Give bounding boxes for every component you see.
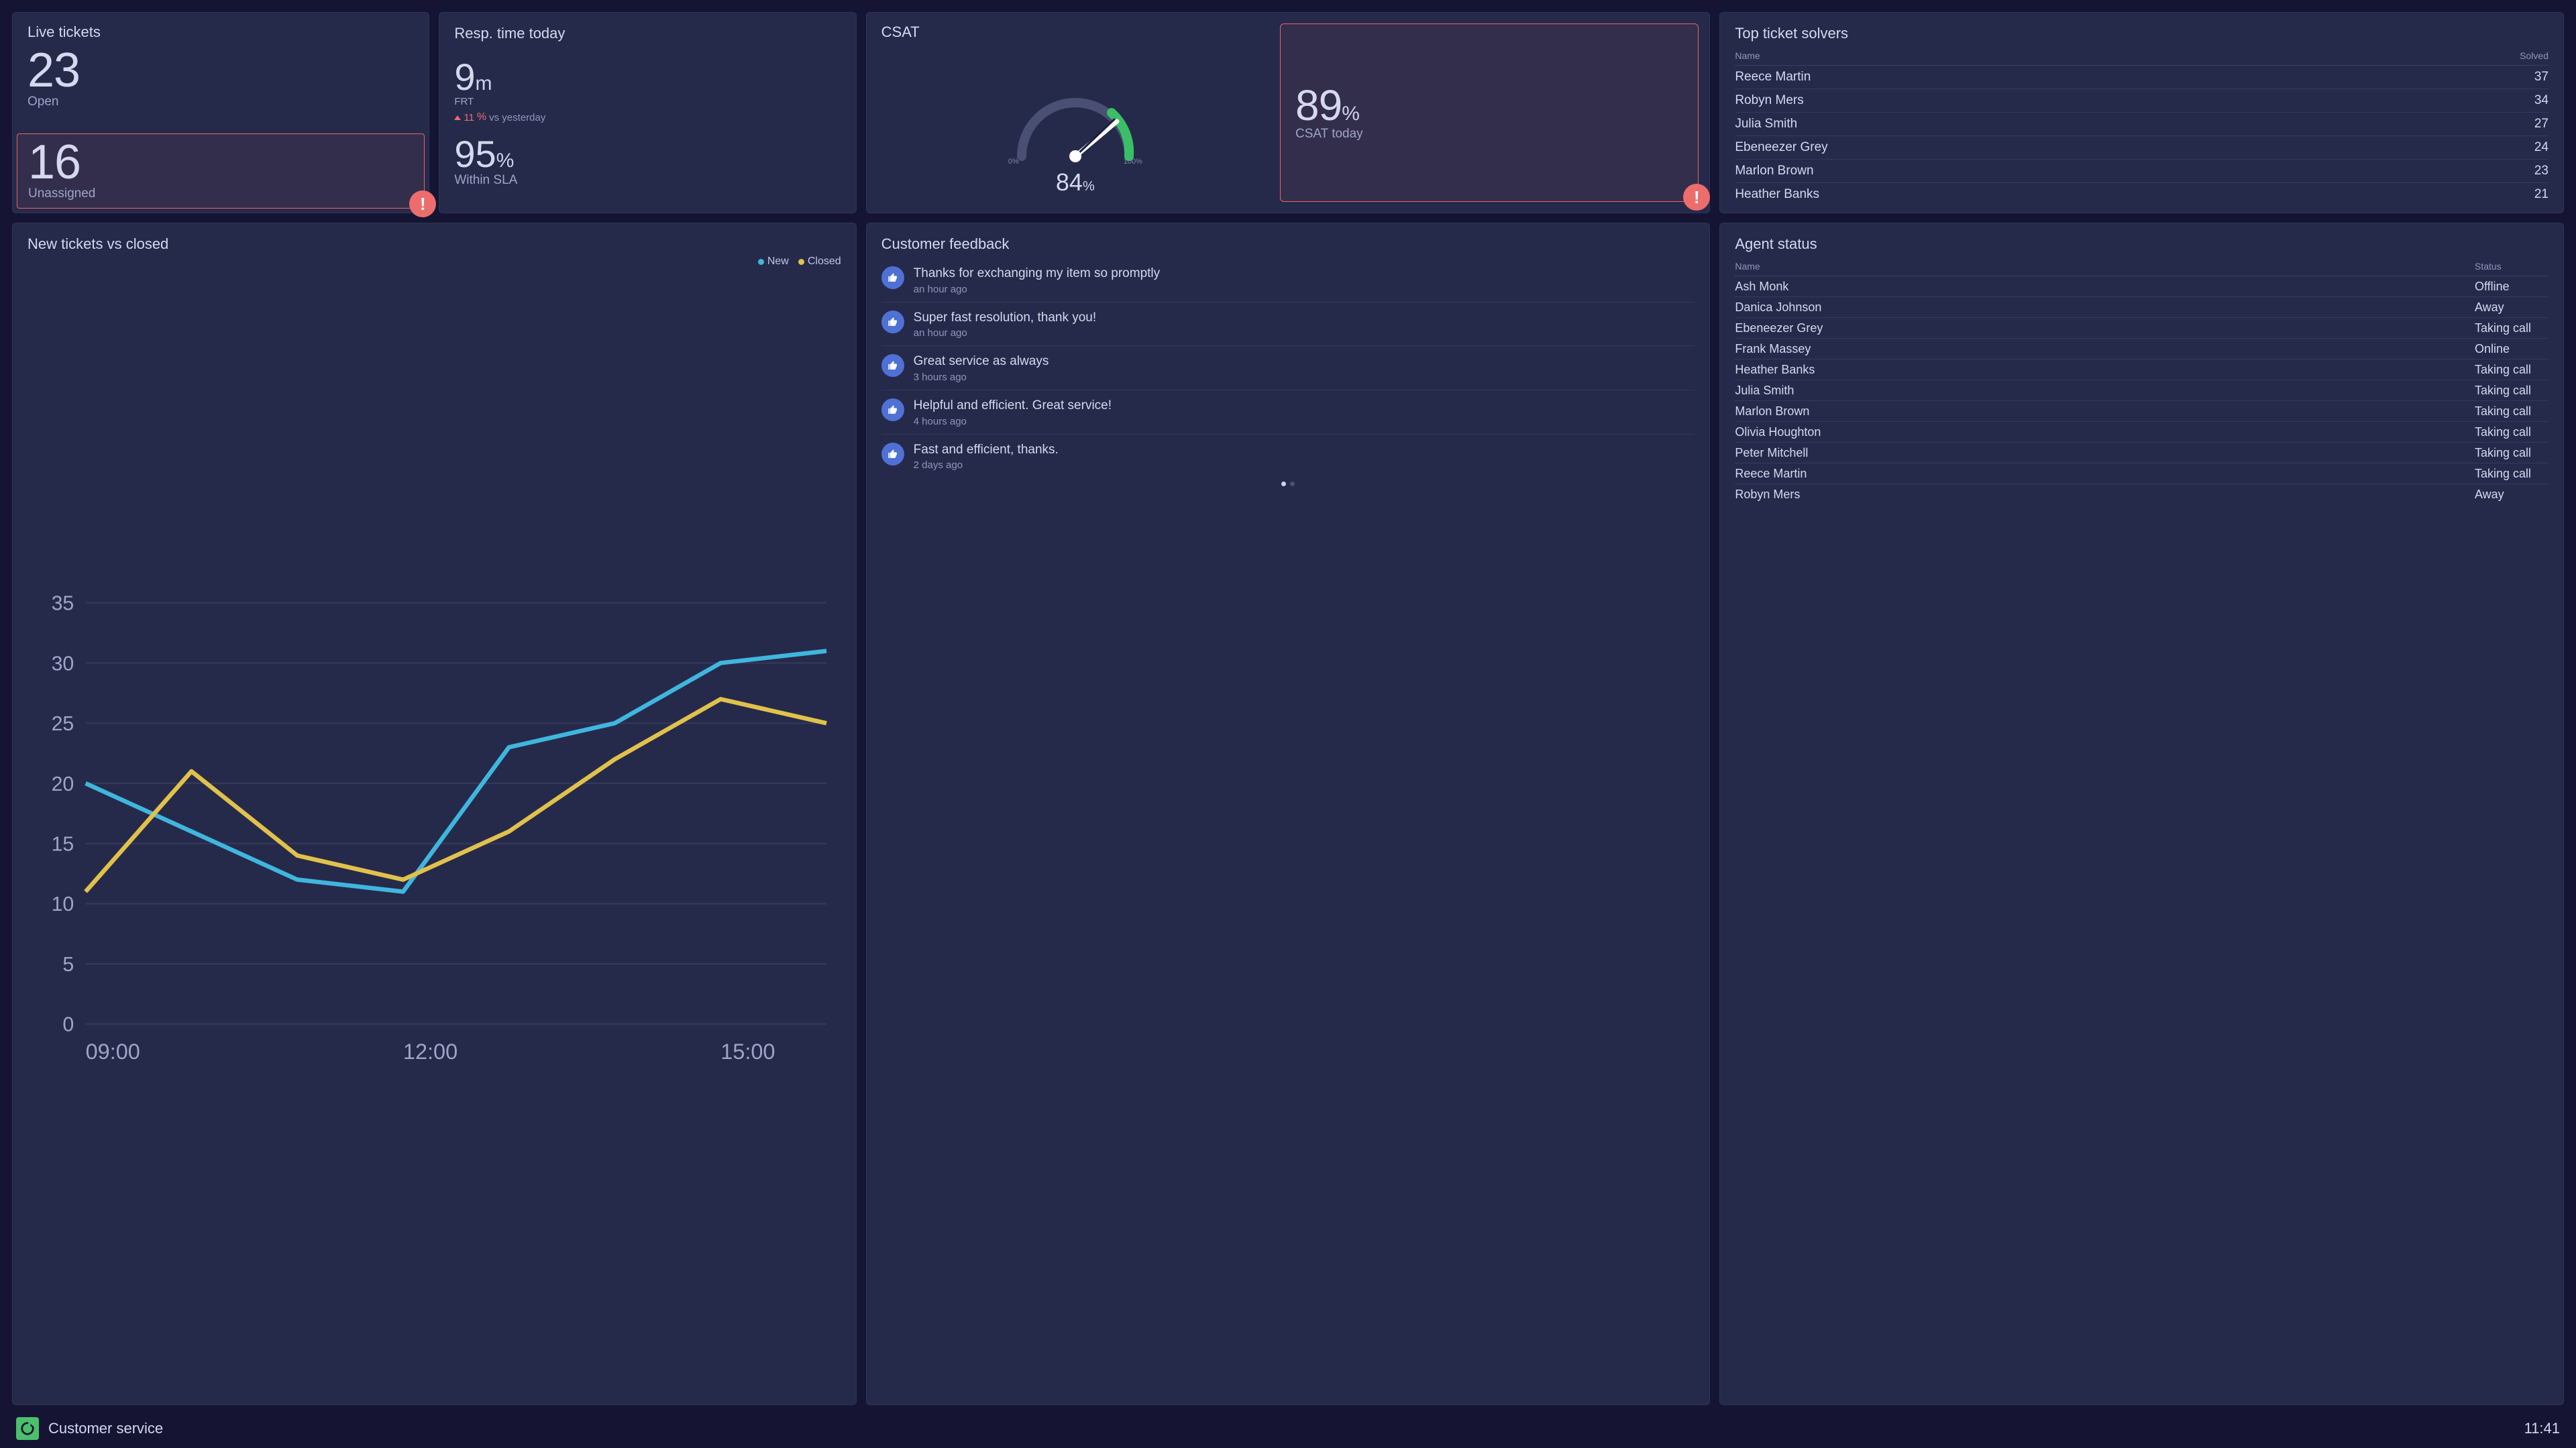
table-row: Robyn MersAway [1735, 484, 2548, 504]
live-tickets-title: Live tickets [28, 23, 414, 41]
csat-today-value: 89 [1295, 81, 1342, 129]
svg-text:10: 10 [52, 893, 74, 915]
thumbs-up-icon [881, 354, 904, 377]
sla-label: Within SLA [454, 173, 841, 188]
feedback-item: Super fast resolution, thank you!an hour… [881, 302, 1695, 347]
chart-legend: New Closed [758, 256, 841, 268]
thumbs-up-icon [881, 266, 904, 289]
solvers-title: Top ticket solvers [1735, 25, 2548, 42]
table-row: Julia SmithTaking call [1735, 380, 2548, 401]
table-row: Reece MartinTaking call [1735, 463, 2548, 484]
table-row: Heather BanksTaking call [1735, 359, 2548, 380]
top-solvers-card: Top ticket solvers NameSolved Reece Mart… [1719, 12, 2564, 213]
svg-text:35: 35 [52, 593, 74, 615]
tickets-chart-card: New tickets vs closed New Closed 0 5 10 15 2… [12, 223, 857, 1405]
svg-text:5: 5 [62, 954, 74, 976]
table-row: Heather Banks21 [1735, 183, 2548, 206]
feedback-title: Customer feedback [881, 235, 1695, 253]
alert-icon: ! [409, 190, 436, 217]
table-row: Olivia HoughtonTaking call [1735, 422, 2548, 443]
svg-text:09:00: 09:00 [86, 1040, 140, 1064]
table-row: Frank MasseyOnline [1735, 339, 2548, 359]
brand-icon [16, 1417, 39, 1440]
feedback-item: Great service as always3 hours ago [881, 346, 1695, 390]
solvers-body: Reece Martin37Robyn Mers34Julia Smith27E… [1735, 66, 2548, 206]
feedback-card: Customer feedback Thanks for exchanging … [866, 223, 1711, 1405]
agent-status-card: Agent status NameStatus Ash MonkOfflineD… [1719, 223, 2564, 1405]
thumbs-up-icon [881, 311, 904, 333]
frt-unit: m [475, 72, 492, 95]
svg-text:20: 20 [52, 773, 74, 795]
line-chart: 0 5 10 15 20 25 30 35 09:00 12:00 15:00 [28, 265, 841, 1391]
svg-text:25: 25 [52, 713, 74, 735]
sla-value: 95 [454, 133, 496, 175]
table-row: Robyn Mers34 [1735, 89, 2548, 113]
thumbs-up-icon [881, 443, 904, 465]
unassigned-label: Unassigned [28, 186, 413, 201]
unassigned-tickets-alert[interactable]: 16 Unassigned ! [17, 133, 425, 209]
resp-time-title: Resp. time today [454, 25, 841, 42]
feedback-list: Thanks for exchanging my item so promptl… [881, 258, 1695, 478]
up-arrow-icon [454, 115, 461, 120]
feedback-item: Fast and efficient, thanks.2 days ago [881, 435, 1695, 478]
svg-text:12:00: 12:00 [403, 1040, 458, 1064]
feedback-item: Helpful and efficient. Great service!4 h… [881, 390, 1695, 435]
feedback-item: Thanks for exchanging my item so promptl… [881, 258, 1695, 302]
agent-status-title: Agent status [1735, 235, 2548, 253]
csat-today-alert[interactable]: 89% CSAT today ! [1280, 23, 1699, 202]
live-tickets-card: Live tickets 23 Open 16 Unassigned ! [12, 12, 429, 213]
table-row: Peter MitchellTaking call [1735, 443, 2548, 463]
table-row: Ebeneezer GreyTaking call [1735, 318, 2548, 339]
dashboard-title: Customer service [48, 1420, 163, 1437]
response-time-card: Resp. time today 9m FRT 11% vs yesterday… [439, 12, 856, 213]
alert-icon: ! [1683, 184, 1710, 211]
thumbs-up-icon [881, 398, 904, 421]
sla-unit: % [496, 150, 515, 172]
tickets-chart-title: New tickets vs closed [28, 235, 841, 253]
svg-text:30: 30 [52, 653, 74, 675]
frt-label: FRT [454, 96, 841, 107]
table-row: Marlon Brown23 [1735, 160, 2548, 183]
svg-text:15: 15 [52, 834, 74, 856]
table-row: Ebeneezer Grey24 [1735, 136, 2548, 160]
unassigned-value: 16 [28, 138, 413, 186]
csat-card: CSAT 0% 100% 84% [866, 12, 1711, 213]
table-row: Julia Smith27 [1735, 113, 2548, 136]
svg-text:0: 0 [62, 1014, 74, 1036]
frt-delta: 11% vs yesterday [454, 111, 841, 123]
open-tickets-label: Open [28, 95, 414, 109]
agents-body: Ash MonkOfflineDanica JohnsonAwayEbeneez… [1735, 276, 2548, 504]
page-dot[interactable] [1281, 482, 1286, 486]
table-row: Danica JohnsonAway [1735, 297, 2548, 318]
agents-header: NameStatus [1735, 258, 2548, 276]
table-row: Marlon BrownTaking call [1735, 401, 2548, 422]
page-dot[interactable] [1290, 482, 1295, 486]
solvers-header: NameSolved [1735, 48, 2548, 66]
pagination-dots[interactable] [881, 482, 1695, 486]
table-row: Ash MonkOffline [1735, 276, 2548, 297]
open-tickets-value: 23 [28, 46, 414, 95]
clock: 11:41 [2524, 1420, 2560, 1437]
svg-text:15:00: 15:00 [720, 1040, 775, 1064]
table-row: Reece Martin37 [1735, 66, 2548, 89]
csat-overall-value: 84% [1056, 168, 1095, 197]
csat-today-label: CSAT today [1295, 127, 1683, 142]
frt-value: 9 [454, 56, 475, 98]
csat-title: CSAT [881, 23, 1269, 41]
footer: Customer service 11:41 [12, 1414, 2564, 1448]
csat-gauge: 0% 100% 84% [881, 46, 1269, 202]
